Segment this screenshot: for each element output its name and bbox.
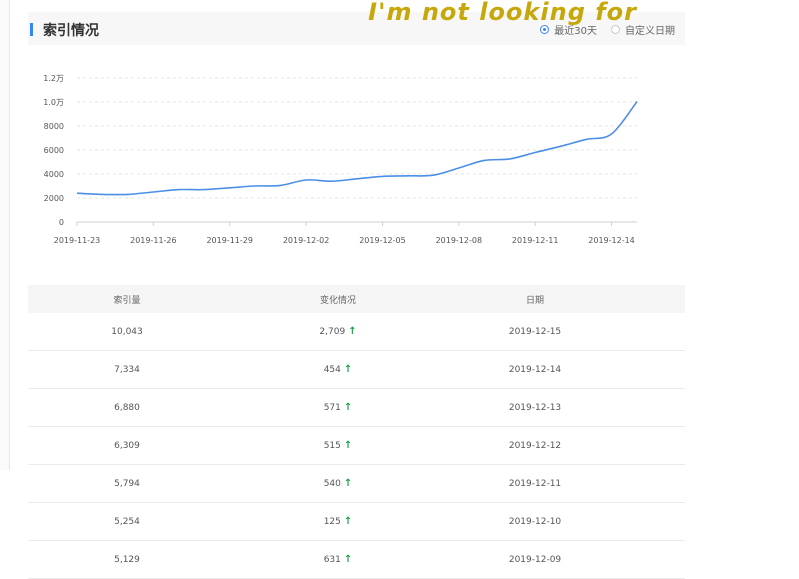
table-row: 7,334 454 ↑ 2019-12-14 [28, 351, 685, 389]
table-row: 6,309 515 ↑ 2019-12-12 [28, 427, 685, 465]
x-tick-label: 2019-11-29 [206, 236, 253, 245]
x-tick-label: 2019-12-02 [283, 236, 330, 245]
table-row: 5,794 540 ↑ 2019-12-11 [28, 465, 685, 503]
up-arrow-icon: ↑ [343, 478, 353, 489]
index-series-line [76, 100, 638, 196]
header-index-count: 索引量 [113, 295, 141, 306]
cell-date: 2019-12-10 [508, 516, 562, 527]
cell-date: 2019-12-15 [508, 326, 562, 337]
cell-change: 631 ↑ [323, 554, 353, 565]
table-row: 5,254 125 ↑ 2019-12-10 [28, 503, 685, 541]
cell-date: 2019-12-11 [508, 478, 562, 489]
cell-count: 6,309 [114, 440, 140, 451]
cell-date: 2019-12-13 [508, 402, 562, 413]
cell-count: 5,794 [114, 478, 140, 489]
index-line-chart: 0 2000 4000 6000 8000 1.0万 1.2万 2019-11-23 2019-… [43, 74, 638, 245]
y-tick-label: 2000 [44, 194, 64, 203]
table-row: 10,043 2,709 ↑ 2019-12-15 [28, 313, 685, 351]
x-tick-label: 2019-11-23 [54, 236, 101, 245]
cell-count: 6,880 [114, 402, 140, 413]
cell-date: 2019-12-14 [508, 364, 562, 375]
index-table: 索引量 变化情况 日期 10,043 2,709 ↑ 2019-12-15 7,3… [28, 285, 685, 579]
table-row: 5,129 631 ↑ 2019-12-09 [28, 541, 685, 579]
cell-date: 2019-12-09 [508, 554, 562, 565]
x-tick-label: 2019-12-05 [359, 236, 406, 245]
cell-date: 2019-12-12 [508, 440, 562, 451]
header-change: 变化情况 [319, 295, 356, 306]
cell-change: 515 ↑ [323, 440, 353, 451]
up-arrow-icon: ↑ [343, 516, 353, 527]
x-tick-label: 2019-12-11 [512, 236, 559, 245]
up-arrow-icon: ↑ [348, 326, 357, 337]
up-arrow-icon: ↑ [343, 440, 353, 451]
y-tick-label: 1.2万 [43, 74, 64, 83]
x-tick-label: 2019-11-26 [130, 236, 177, 245]
cell-change: 540 ↑ [323, 478, 353, 489]
header-date: 日期 [525, 295, 544, 306]
x-tick-label: 2019-12-08 [436, 236, 483, 245]
cell-count: 10,043 [111, 326, 143, 337]
y-tick-label: 0 [59, 218, 64, 227]
up-arrow-icon: ↑ [343, 402, 353, 413]
table-header-row: 索引量 变化情况 日期 [28, 285, 685, 313]
cell-change: 125 ↑ [323, 516, 353, 527]
cell-count: 5,254 [114, 516, 140, 527]
table-row: 6,880 571 ↑ 2019-12-13 [28, 389, 685, 427]
cell-count: 7,334 [114, 364, 140, 375]
y-tick-label: 6000 [44, 146, 64, 155]
cell-count: 5,129 [114, 554, 140, 565]
y-tick-label: 1.0万 [43, 98, 64, 107]
cell-change: 454 ↑ [323, 364, 353, 375]
cell-change: 2,709 ↑ [319, 326, 357, 337]
y-tick-label: 4000 [44, 170, 64, 179]
up-arrow-icon: ↑ [343, 364, 353, 375]
y-tick-label: 8000 [44, 122, 64, 131]
x-tick-label: 2019-12-14 [588, 236, 635, 245]
up-arrow-icon: ↑ [343, 554, 353, 565]
cell-change: 571 ↑ [323, 402, 353, 413]
